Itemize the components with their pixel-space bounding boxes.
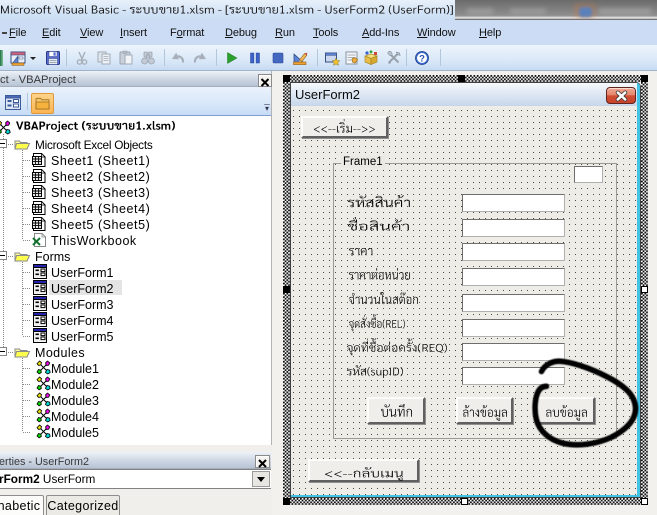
svg-text:?: ?: [419, 53, 425, 64]
